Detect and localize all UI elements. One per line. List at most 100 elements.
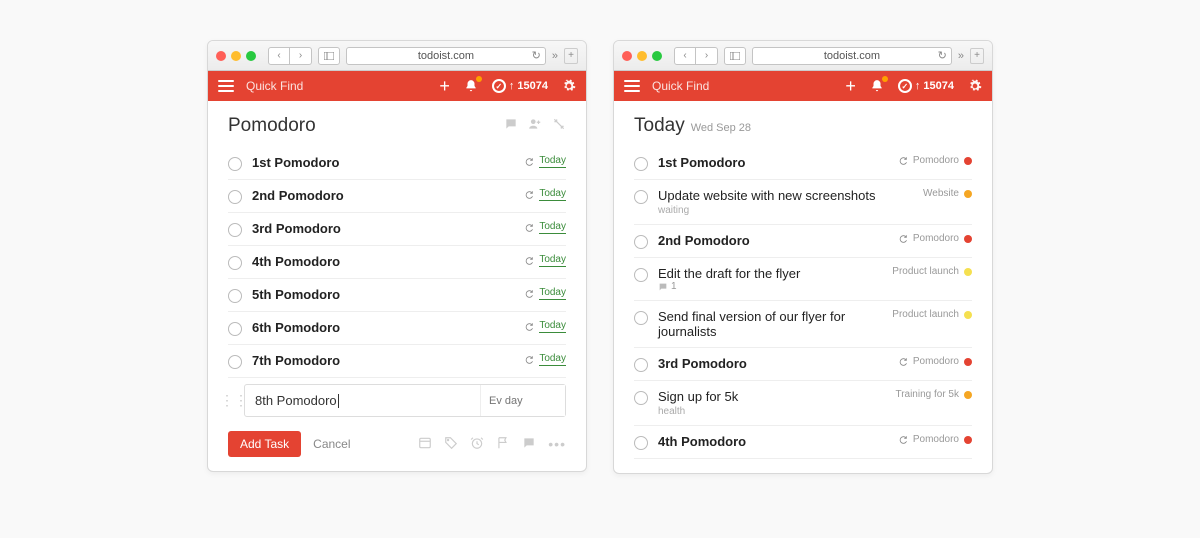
sidebar-button[interactable] xyxy=(318,47,340,65)
task-date[interactable]: Today xyxy=(539,188,566,201)
task-checkbox[interactable] xyxy=(228,190,242,204)
address-bar[interactable]: todoist.com ↻ xyxy=(346,47,546,65)
overflow-icon[interactable]: » xyxy=(958,50,964,62)
back-button[interactable]: ‹ xyxy=(268,47,290,65)
project-label[interactable]: Training for 5k xyxy=(895,389,959,400)
task-row[interactable]: 4th Pomodoro Pomodoro xyxy=(634,426,972,459)
task-checkbox[interactable] xyxy=(634,157,648,171)
notifications-icon[interactable] xyxy=(870,79,884,93)
share-icon[interactable] xyxy=(528,117,542,131)
settings-icon[interactable] xyxy=(968,79,982,93)
task-row[interactable]: 6th Pomodoro Today xyxy=(228,312,566,345)
task-title: 2nd Pomodoro xyxy=(252,188,514,203)
task-date[interactable]: Today xyxy=(539,353,566,366)
reminder-icon[interactable] xyxy=(470,436,484,452)
reload-icon[interactable]: ↻ xyxy=(532,49,541,62)
task-checkbox[interactable] xyxy=(634,268,648,282)
task-row[interactable]: 1st PomodoroToday xyxy=(228,147,566,180)
overflow-icon[interactable]: » xyxy=(552,50,558,62)
settings-icon[interactable] xyxy=(562,79,576,93)
recurring-icon xyxy=(524,157,534,167)
karma-score[interactable]: ✓ ↑ 15074 xyxy=(492,79,548,93)
more-options-icon[interactable]: ••• xyxy=(548,436,566,452)
close-window-button[interactable] xyxy=(622,51,632,61)
reload-icon[interactable]: ↻ xyxy=(938,49,947,62)
task-checkbox[interactable] xyxy=(228,289,242,303)
add-task-button[interactable]: Add Task xyxy=(228,431,301,457)
task-date[interactable]: Today xyxy=(539,155,566,168)
cancel-link[interactable]: Cancel xyxy=(313,437,350,451)
task-row[interactable]: Send final version of our flyer for jour… xyxy=(634,301,972,348)
project-label[interactable]: Pomodoro xyxy=(913,434,959,445)
task-row[interactable]: 2nd PomodoroPomodoro xyxy=(634,225,972,258)
new-tab-button[interactable]: + xyxy=(564,48,578,64)
task-row[interactable]: Sign up for 5khealthTraining for 5k xyxy=(634,381,972,426)
karma-score[interactable]: ✓ ↑ 15074 xyxy=(898,79,954,93)
label-icon[interactable] xyxy=(444,436,458,452)
task-row[interactable]: 1st PomodoroPomodoro xyxy=(634,147,972,180)
new-task-input[interactable]: 8th Pomodoro xyxy=(245,385,480,416)
schedule-input[interactable] xyxy=(480,385,565,416)
task-title: 4th Pomodoro xyxy=(658,434,888,449)
task-row[interactable]: 7th PomodoroToday xyxy=(228,345,566,378)
close-window-button[interactable] xyxy=(216,51,226,61)
task-row[interactable]: 3rd PomodoroToday xyxy=(228,213,566,246)
task-checkbox[interactable] xyxy=(634,235,648,249)
task-row[interactable]: 2nd Pomodoro Today xyxy=(228,180,566,213)
minimize-window-button[interactable] xyxy=(637,51,647,61)
task-checkbox[interactable] xyxy=(634,190,648,204)
forward-button[interactable]: › xyxy=(696,47,718,65)
sidebar-button[interactable] xyxy=(724,47,746,65)
back-button[interactable]: ‹ xyxy=(674,47,696,65)
task-checkbox[interactable] xyxy=(634,391,648,405)
task-date[interactable]: Today xyxy=(539,287,566,300)
add-task-icon[interactable]: + xyxy=(845,76,856,97)
search-input[interactable]: Quick Find xyxy=(652,79,833,93)
comments-icon[interactable] xyxy=(504,117,518,131)
add-task-actions: Add Task Cancel ••• xyxy=(228,431,566,457)
maximize-window-button[interactable] xyxy=(652,51,662,61)
project-color-dot xyxy=(964,391,972,399)
comment-count[interactable]: 1 xyxy=(658,281,882,292)
address-bar[interactable]: todoist.com ↻ xyxy=(752,47,952,65)
menu-icon[interactable] xyxy=(624,80,640,92)
task-date[interactable]: Today xyxy=(539,254,566,267)
forward-button[interactable]: › xyxy=(290,47,312,65)
task-row[interactable]: 3rd PomodoroPomodoro xyxy=(634,348,972,381)
task-checkbox[interactable] xyxy=(634,311,648,325)
task-checkbox[interactable] xyxy=(228,322,242,336)
task-date[interactable]: Today xyxy=(539,320,566,333)
task-checkbox[interactable] xyxy=(228,223,242,237)
task-row[interactable]: Edit the draft for the flyer 1Product la… xyxy=(634,258,972,301)
task-title: 6th Pomodoro xyxy=(252,320,514,335)
project-label[interactable]: Pomodoro xyxy=(913,233,959,244)
project-label[interactable]: Product launch xyxy=(892,266,959,277)
add-task-icon[interactable]: + xyxy=(439,76,450,97)
more-icon[interactable] xyxy=(552,117,566,131)
search-input[interactable]: Quick Find xyxy=(246,79,427,93)
task-checkbox[interactable] xyxy=(228,157,242,171)
minimize-window-button[interactable] xyxy=(231,51,241,61)
menu-icon[interactable] xyxy=(218,80,234,92)
task-row[interactable]: 4th PomodoroToday xyxy=(228,246,566,279)
task-date[interactable]: Today xyxy=(539,221,566,234)
task-checkbox[interactable] xyxy=(634,436,648,450)
task-checkbox[interactable] xyxy=(228,256,242,270)
project-label[interactable]: Product launch xyxy=(892,309,959,320)
maximize-window-button[interactable] xyxy=(246,51,256,61)
project-color-dot xyxy=(964,436,972,444)
task-row[interactable]: 5th PomodoroToday xyxy=(228,279,566,312)
comment-icon[interactable] xyxy=(522,436,536,452)
project-label[interactable]: Website xyxy=(923,188,959,199)
task-checkbox[interactable] xyxy=(228,355,242,369)
project-label[interactable]: Pomodoro xyxy=(913,356,959,367)
url-text: todoist.com xyxy=(418,50,474,62)
priority-icon[interactable] xyxy=(496,436,510,452)
project-label[interactable]: Pomodoro xyxy=(913,155,959,166)
project-picker-icon[interactable] xyxy=(418,436,432,452)
task-checkbox[interactable] xyxy=(634,358,648,372)
drag-handle-icon[interactable]: ⋮⋮ xyxy=(228,392,240,409)
new-tab-button[interactable]: + xyxy=(970,48,984,64)
notifications-icon[interactable] xyxy=(464,79,478,93)
task-row[interactable]: Update website with new screenshotswaiti… xyxy=(634,180,972,225)
